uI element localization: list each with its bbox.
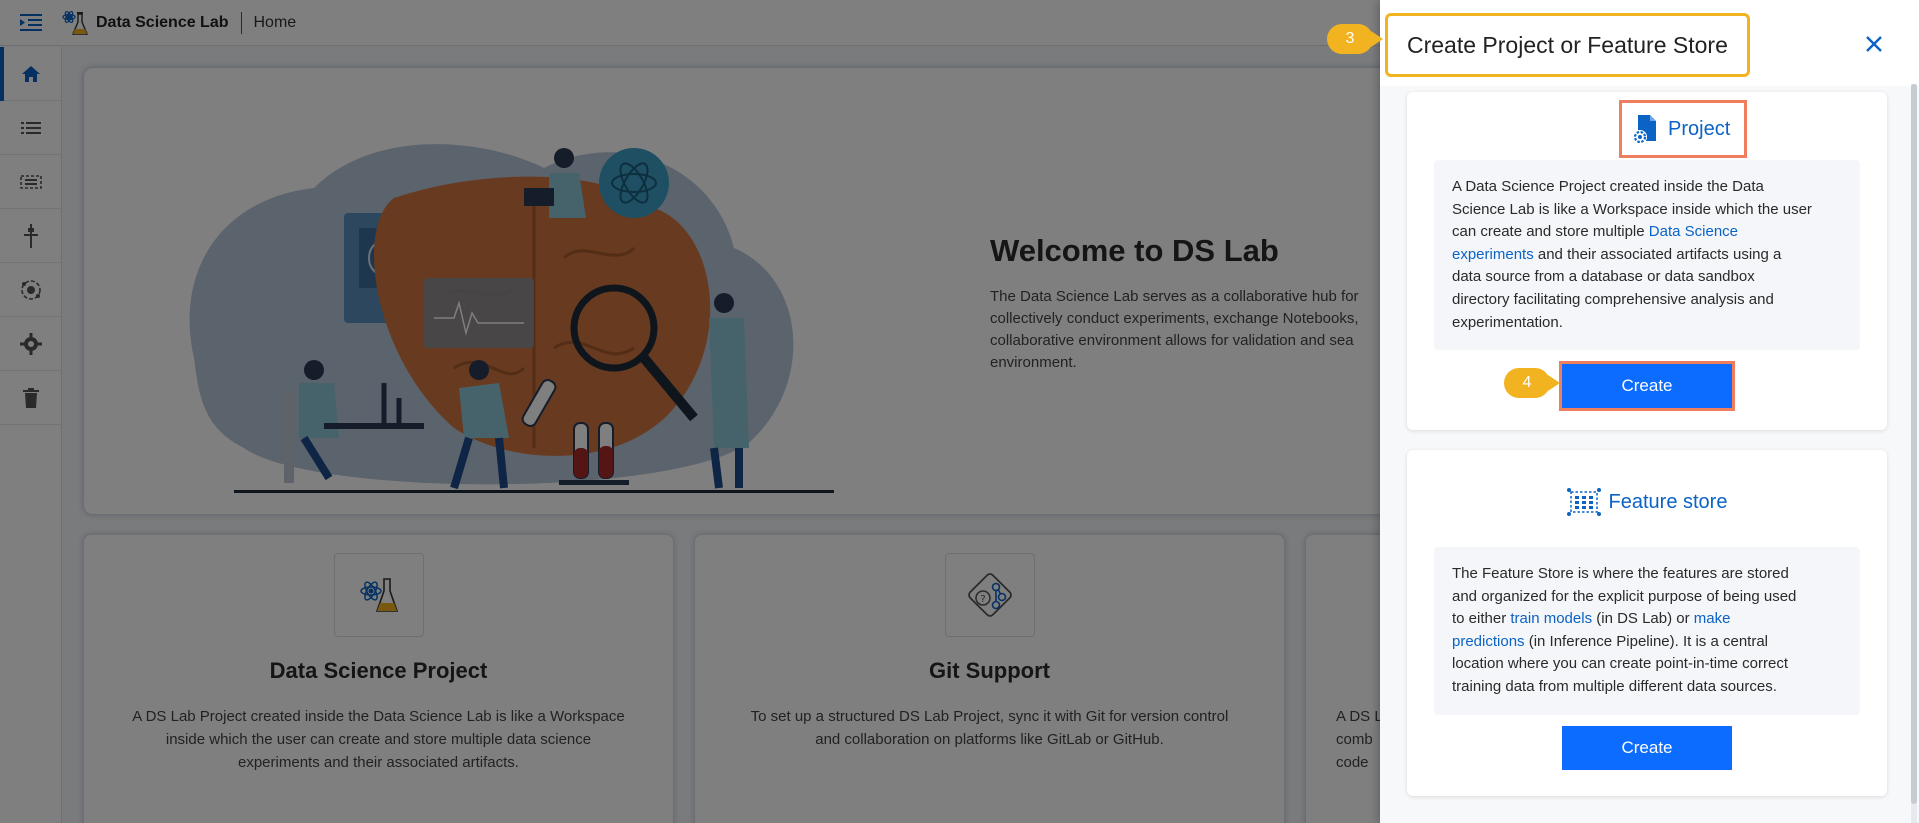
- text-segment: (in Inference Pipeline). It is a central: [1524, 632, 1768, 650]
- project-description: A Data Science Project created inside th…: [1434, 160, 1860, 351]
- description-line: directory facilitating comprehensive ana…: [1452, 289, 1842, 312]
- inline-link[interactable]: experiments: [1452, 246, 1534, 263]
- text-segment: directory facilitating comprehensive ana…: [1452, 290, 1774, 308]
- description-line: Science Lab is like a Workspace inside w…: [1452, 199, 1842, 222]
- create-drawer: Create Project or Feature Store 3 Projec…: [1327, 0, 1919, 823]
- text-segment: location where you can create point-in-t…: [1452, 655, 1788, 673]
- description-line: predictions (in Inference Pipeline). It …: [1452, 631, 1842, 654]
- inline-link[interactable]: train models: [1510, 610, 1592, 627]
- inline-link[interactable]: make: [1694, 610, 1731, 627]
- feature-store-heading: Feature store: [1407, 488, 1887, 516]
- step-badge-4: 4: [1504, 368, 1560, 398]
- text-segment: Science Lab is like a Workspace inside w…: [1452, 200, 1812, 218]
- text-segment: and organized for the explicit purpose o…: [1452, 587, 1797, 605]
- text-segment: to either: [1452, 610, 1511, 628]
- inline-link[interactable]: predictions: [1452, 633, 1525, 650]
- drawer-scrollbar[interactable]: [1911, 84, 1917, 823]
- feature-store-panel: Feature store The Feature Store is where…: [1407, 450, 1887, 796]
- close-button[interactable]: [1858, 28, 1890, 60]
- inline-link[interactable]: Data Science: [1649, 223, 1738, 240]
- description-line: The Feature Store is where the features …: [1452, 563, 1842, 586]
- close-icon: [1866, 36, 1882, 52]
- create-project-button[interactable]: Create: [1559, 361, 1735, 411]
- description-line: experimentation.: [1452, 312, 1842, 335]
- description-line: location where you can create point-in-t…: [1452, 653, 1842, 676]
- text-segment: experimentation.: [1452, 313, 1563, 331]
- feature-store-heading-label: Feature store: [1608, 490, 1728, 513]
- project-file-gear-icon: [1633, 115, 1656, 144]
- step-badge-3: 3: [1327, 24, 1383, 54]
- project-panel: Project A Data Science Project created i…: [1407, 92, 1887, 430]
- description-line: can create and store multiple Data Scien…: [1452, 221, 1842, 244]
- description-line: experiments and their associated artifac…: [1452, 244, 1842, 267]
- text-segment: A Data Science Project created inside th…: [1452, 178, 1764, 195]
- create-feature-store-button[interactable]: Create: [1562, 726, 1732, 770]
- project-heading: Project: [1619, 100, 1748, 158]
- drawer-header: Create Project or Feature Store: [1380, 0, 1919, 86]
- text-segment: The Feature Store is where the features …: [1452, 565, 1789, 582]
- feature-store-icon: [1566, 488, 1601, 516]
- project-heading-label: Project: [1668, 117, 1731, 140]
- description-line: to either train models (in DS Lab) or ma…: [1452, 608, 1842, 631]
- text-segment: training data from multiple different da…: [1452, 677, 1777, 695]
- text-segment: can create and store multiple: [1452, 223, 1649, 241]
- text-segment: (in DS Lab) or: [1592, 610, 1694, 628]
- description-line: data source from a database or data sand…: [1452, 266, 1842, 289]
- description-line: A Data Science Project created inside th…: [1452, 176, 1842, 199]
- text-segment: and their associated artifacts using a: [1533, 245, 1782, 263]
- feature-store-description: The Feature Store is where the features …: [1434, 547, 1860, 715]
- text-segment: data source from a database or data sand…: [1452, 268, 1755, 286]
- description-line: and organized for the explicit purpose o…: [1452, 586, 1842, 609]
- scrollbar-thumb[interactable]: [1911, 84, 1917, 804]
- description-line: training data from multiple different da…: [1452, 676, 1842, 699]
- drawer-title: Create Project or Feature Store: [1385, 13, 1750, 77]
